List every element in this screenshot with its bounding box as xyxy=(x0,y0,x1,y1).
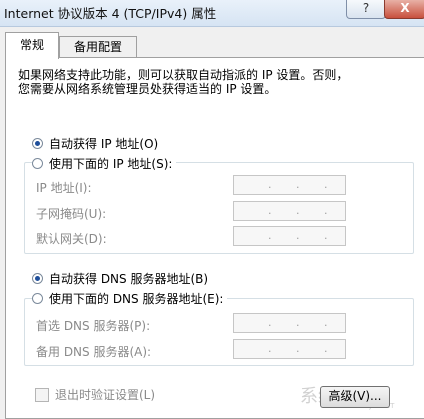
dns-auto-radio[interactable]: 自动获得 DNS 服务器地址(B) xyxy=(32,270,208,287)
ip-auto-radio[interactable]: 自动获得 IP 地址(O) xyxy=(32,135,158,152)
dns-manual-radio[interactable]: 使用下面的 DNS 服务器地址(E): xyxy=(32,290,228,307)
preferred-dns-field[interactable]: ... xyxy=(233,313,346,333)
radio-unchecked-icon xyxy=(32,158,43,169)
subnet-mask-field[interactable]: ... xyxy=(233,201,346,221)
ip-auto-label: 自动获得 IP 地址(O) xyxy=(49,137,159,151)
advanced-button[interactable]: 高级(V)... xyxy=(320,386,390,408)
radio-checked-icon xyxy=(32,273,43,284)
tab-alternate-config[interactable]: 备用配置 xyxy=(59,36,137,58)
ip-address-label: IP 地址(I): xyxy=(36,181,92,195)
radio-checked-icon xyxy=(32,138,43,149)
ip-manual-label: 使用下面的 IP 地址(S): xyxy=(49,157,173,171)
window-title: Internet 协议版本 4 (TCP/IPv4) 属性 xyxy=(4,6,217,21)
help-button[interactable]: ? xyxy=(346,0,386,19)
checkbox-icon xyxy=(35,387,49,402)
title-bar: Internet 协议版本 4 (TCP/IPv4) 属性 ? X xyxy=(0,0,424,27)
default-gateway-field[interactable]: ... xyxy=(233,226,346,246)
dns-auto-label: 自动获得 DNS 服务器地址(B) xyxy=(49,272,209,286)
preferred-dns-label: 首选 DNS 服务器(P): xyxy=(36,319,151,333)
subnet-mask-label: 子网掩码(U): xyxy=(36,207,107,221)
default-gateway-label: 默认网关(D): xyxy=(36,232,107,246)
alternate-dns-field[interactable]: ... xyxy=(233,339,346,359)
radio-unchecked-icon xyxy=(32,293,43,304)
alternate-dns-label: 备用 DNS 服务器(A): xyxy=(36,345,152,359)
dns-manual-label: 使用下面的 DNS 服务器地址(E): xyxy=(49,292,224,306)
description-line-2: 您需要从网络系统管理员处获得适当的 IP 设置。 xyxy=(18,82,277,96)
close-button[interactable]: X xyxy=(384,0,424,19)
validate-on-exit-checkbox[interactable]: 退出时验证设置(L) xyxy=(35,386,155,403)
validate-on-exit-label: 退出时验证设置(L) xyxy=(55,388,156,402)
ip-manual-radio[interactable]: 使用下面的 IP 地址(S): xyxy=(32,155,177,172)
description-text: 如果网络支持此功能，则可以获取自动指派的 IP 设置。否则， 您需要从网络系统管… xyxy=(18,68,418,96)
tab-panel-general: 如果网络支持此功能，则可以获取自动指派的 IP 设置。否则， 您需要从网络系统管… xyxy=(5,57,424,419)
ip-address-field[interactable]: ... xyxy=(233,175,346,195)
description-line-1: 如果网络支持此功能，则可以获取自动指派的 IP 设置。否则， xyxy=(18,68,349,82)
tab-general[interactable]: 常规 xyxy=(5,32,59,59)
